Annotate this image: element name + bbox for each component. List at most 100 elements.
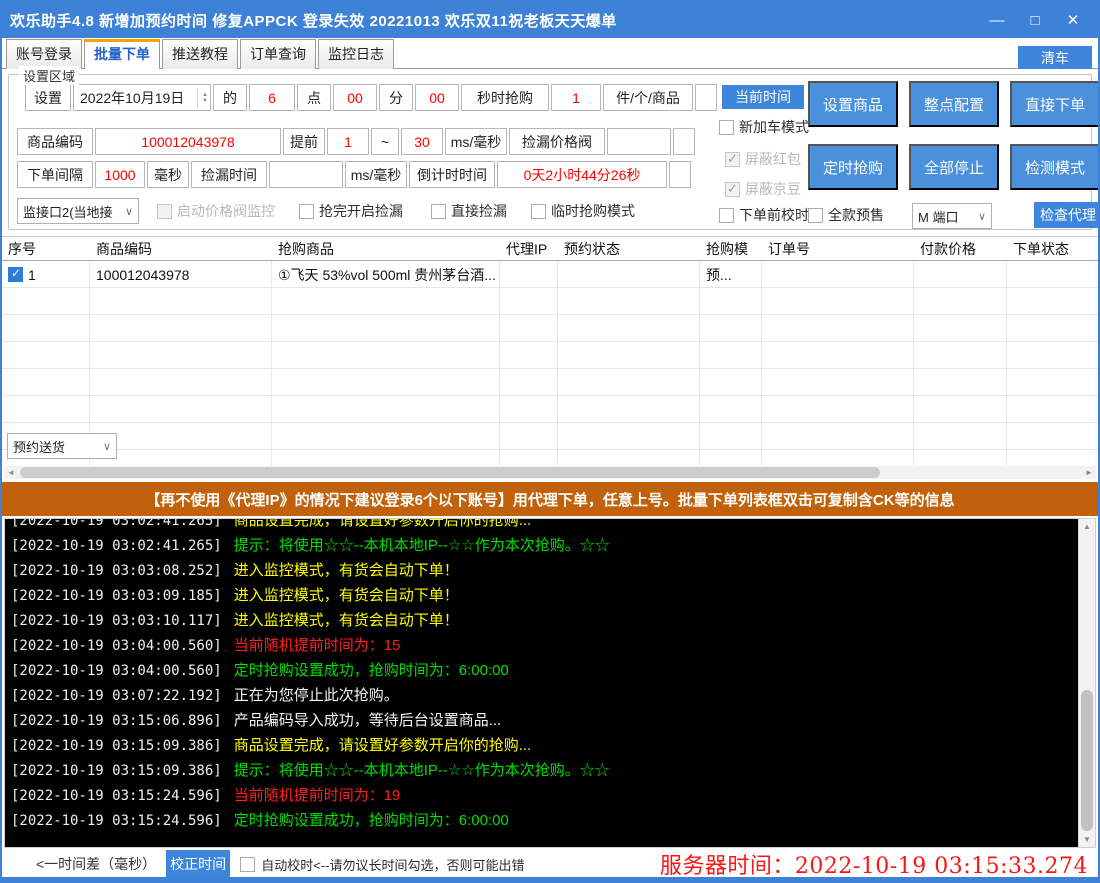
checkbox-checked-icon (725, 182, 740, 197)
minute-field[interactable]: 00 (333, 84, 377, 111)
log-line: [2022-10-19 03:03:09.185] 进入监控模式，有货会自动下单！ (11, 583, 1075, 608)
log-line: [2022-10-19 03:15:06.896] 产品编码导入成功，等待后台设置… (11, 708, 1075, 733)
log-timestamp: [2022-10-19 03:07:22.192] (11, 688, 222, 704)
leak-after-buy-checkbox[interactable]: 抢完开启捡漏 (299, 201, 403, 221)
scroll-right-icon[interactable]: ► (1082, 468, 1096, 477)
log-line: [2022-10-19 03:04:00.560]定时抢购设置成功，抢购时间为：… (11, 658, 1075, 683)
sync-before-order-checkbox[interactable]: 下单前校时 (719, 205, 809, 225)
of-label: 的 (213, 84, 247, 111)
stop-all-button[interactable]: 全部停止 (909, 144, 999, 190)
clear-cart-button[interactable]: 清车 (1018, 46, 1092, 69)
auto-sync-checkbox[interactable]: 自动校时<--请勿议长时间勾选，否则可能出错 (240, 855, 524, 874)
tab-batch-order[interactable]: 批量下单 (84, 39, 160, 69)
horizontal-scrollbar-thumb[interactable] (20, 467, 880, 478)
direct-leak-checkbox[interactable]: 直接捡漏 (431, 201, 507, 221)
checkbox-icon[interactable] (719, 120, 734, 135)
tab-account-login[interactable]: 账号登录 (6, 39, 82, 69)
scroll-left-icon[interactable]: ◄ (4, 468, 18, 477)
log-line: [2022-10-19 03:15:24.596]当前随机提前时间为：19 (11, 783, 1075, 808)
checkbox-icon[interactable] (719, 208, 734, 223)
price-valve-monitor-checkbox: 启动价格阀监控 (157, 201, 275, 221)
buy-suffix-label: 秒时抢购 (461, 84, 549, 111)
log-scrollbar-thumb[interactable] (1081, 690, 1093, 831)
row3-extra-field[interactable] (669, 161, 691, 188)
checkbox-icon[interactable] (808, 208, 823, 223)
spinner-down-icon[interactable]: ▼ (202, 98, 208, 104)
check-proxy-button[interactable]: 检查代理 (1034, 202, 1100, 228)
hour-field[interactable]: 6 (249, 84, 295, 111)
checkbox-icon[interactable] (431, 204, 446, 219)
window-controls: — □ ✕ (980, 7, 1090, 33)
temp-snap-mode-checkbox[interactable]: 临时抢购模式 (531, 201, 635, 221)
ms-unit-label-2: ms/毫秒 (345, 161, 407, 188)
log-message: 定时抢购设置成功，抢购时间为：6:00:00 (234, 662, 509, 679)
log-message: 提示：将使用☆☆--本机本地IP--☆☆作为本次抢购。☆☆ (234, 762, 610, 779)
timed-snap-button[interactable]: 定时抢购 (808, 144, 898, 190)
date-spinner-arrows[interactable]: ▲ ▼ (197, 88, 208, 108)
price-valve-field[interactable] (607, 128, 671, 155)
advance-label: 提前 (283, 128, 325, 155)
interval-field[interactable]: 1000 (95, 161, 145, 188)
checkbox-icon[interactable] (299, 204, 314, 219)
monitor-port-value: 监接口2(当地接 (23, 202, 113, 221)
log-message: 正在为您停止此次抢购。 (234, 687, 399, 704)
horizontal-scrollbar[interactable]: ◄ ► (4, 466, 1096, 479)
leak-time-field[interactable] (269, 161, 343, 188)
full-presale-checkbox[interactable]: 全款预售 (808, 205, 884, 225)
maximize-icon[interactable]: □ (1018, 7, 1052, 33)
minimize-icon[interactable]: — (980, 7, 1014, 33)
log-message: 当前随机提前时间为：19 (234, 787, 401, 804)
date-spinner[interactable]: 2022年10月19日 ▲ ▼ (73, 84, 211, 111)
tab-monitor-log[interactable]: 监控日志 (318, 39, 394, 69)
scroll-down-icon[interactable]: ▼ (1079, 832, 1095, 847)
checkbox-icon[interactable] (531, 204, 546, 219)
countdown-label: 倒计时时间 (409, 161, 495, 188)
log-line: [2022-10-19 03:07:22.192] 正在为您停止此次抢购。 (11, 683, 1075, 708)
log-message: 进入监控模式，有货会自动下单！ (234, 587, 459, 604)
tab-push-tutorial[interactable]: 推送教程 (162, 39, 238, 69)
col-order-status: 下单状态 (1007, 239, 1100, 259)
log-message: 商品设置完成，请设置好参数开启你的抢购... (234, 737, 532, 754)
log-message: 定时抢购设置成功，抢购时间为：6:00:00 (234, 812, 509, 829)
direct-order-button[interactable]: 直接下单 (1010, 81, 1100, 127)
table-header: 序号 商品编码 抢购商品 代理IP 预约状态 抢购模 订单号 付款价格 下单状态 (2, 236, 1098, 261)
log-vertical-scrollbar[interactable]: ▲ ▼ (1078, 519, 1095, 847)
log-message: 产品编码导入成功，等待后台设置商品... (234, 712, 502, 729)
table-row[interactable]: 1 100012043978 ①飞天 53%vol 500ml 贵州茅台酒...… (2, 261, 1098, 288)
delivery-mode-select[interactable]: 预约送货 ∨ (7, 433, 117, 459)
quantity-field[interactable]: 1 (551, 84, 601, 111)
leak-time-label: 捡漏时间 (191, 161, 267, 188)
msec-unit-label: 毫秒 (147, 161, 189, 188)
col-product: 抢购商品 (272, 239, 500, 259)
row2-extra-field[interactable] (673, 128, 695, 155)
detect-mode-button[interactable]: 检测模式 (1010, 144, 1100, 190)
hourly-config-button[interactable]: 整点配置 (909, 81, 999, 127)
chevron-down-icon: ∨ (103, 440, 111, 453)
tab-order-query[interactable]: 订单查询 (240, 39, 316, 69)
sku-field[interactable]: 100012043978 (95, 128, 281, 155)
log-timestamp: [2022-10-19 03:03:09.185] (11, 588, 222, 604)
log-timestamp: [2022-10-19 03:04:00.560] (11, 638, 222, 654)
checkbox-icon[interactable] (240, 857, 255, 872)
scroll-up-icon[interactable]: ▲ (1079, 519, 1095, 534)
advance-to-field[interactable]: 30 (401, 128, 443, 155)
log-timestamp: [2022-10-19 03:15:06.896] (11, 713, 222, 729)
calibrate-time-button[interactable]: 校正时间 (166, 850, 230, 878)
current-time-button[interactable]: 当前时间 (722, 85, 804, 109)
close-icon[interactable]: ✕ (1056, 7, 1090, 33)
monitor-port-select[interactable]: 监接口2(当地接 ∨ (17, 198, 139, 224)
row-snap-mode: 预... (700, 265, 762, 285)
col-sku: 商品编码 (90, 239, 272, 259)
set-label: 设置 (25, 84, 71, 111)
col-snap-mode: 抢购模 (700, 239, 762, 259)
new-cart-mode-checkbox[interactable]: 新加车模式 (719, 117, 809, 137)
second-field[interactable]: 00 (415, 84, 459, 111)
table-body: 1 100012043978 ①飞天 53%vol 500ml 贵州茅台酒...… (2, 261, 1098, 466)
advance-from-field[interactable]: 1 (327, 128, 369, 155)
set-product-button[interactable]: 设置商品 (808, 81, 898, 127)
row-checkbox-checked-icon[interactable] (8, 267, 23, 282)
log-line: [2022-10-19 03:15:09.386]提示：将使用☆☆--本机本地I… (11, 758, 1075, 783)
m-port-select[interactable]: M 端口 ∨ (912, 203, 992, 229)
log-timestamp: [2022-10-19 03:03:10.117] (11, 613, 222, 629)
row1-extra-field[interactable] (695, 84, 717, 111)
